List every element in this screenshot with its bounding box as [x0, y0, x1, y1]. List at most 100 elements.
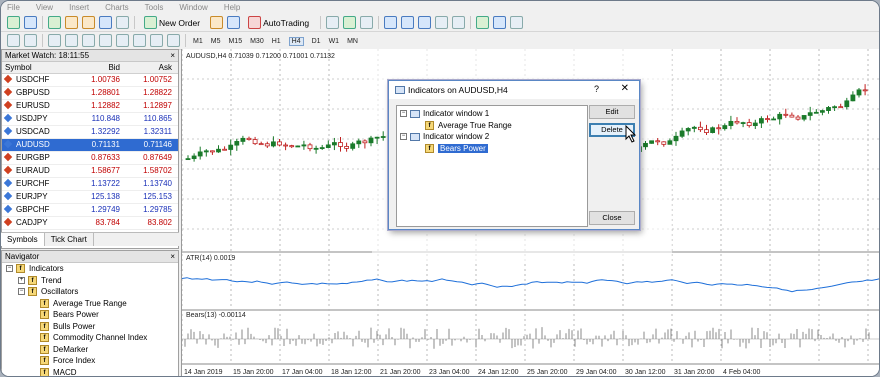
channel-icon[interactable]: [99, 34, 112, 47]
collapse-icon[interactable]: −: [400, 133, 407, 141]
line-chart-icon[interactable]: [360, 16, 374, 29]
tile-windows-icon[interactable]: [418, 16, 432, 29]
autotrading-button[interactable]: AutoTrading: [242, 15, 313, 30]
candle-body: [246, 137, 252, 140]
tab-tick-chart[interactable]: Tick Chart: [45, 233, 94, 246]
bar-chart-icon[interactable]: [326, 16, 340, 29]
menu-view[interactable]: View: [36, 3, 53, 12]
horizontal-line-icon[interactable]: [65, 34, 78, 47]
menu-charts[interactable]: Charts: [105, 3, 129, 12]
table-row[interactable]: EURAUD 1.58677 1.58702: [2, 164, 178, 178]
tree-item-atr[interactable]: f Average True Range: [6, 298, 178, 310]
trendline-icon[interactable]: [82, 34, 95, 47]
label-icon[interactable]: [150, 34, 163, 47]
close-icon[interactable]: ✕: [621, 83, 629, 94]
col-bid[interactable]: Bid: [74, 62, 126, 74]
indicator-icon: f: [40, 310, 49, 320]
vertical-line-icon[interactable]: [48, 34, 61, 47]
expand-icon[interactable]: +: [18, 276, 25, 284]
table-row[interactable]: EURUSD 1.12882 1.12897: [2, 99, 178, 113]
periods-icon[interactable]: [493, 16, 507, 29]
timeframe-mn[interactable]: MN: [347, 38, 358, 45]
menu-window[interactable]: Window: [179, 3, 207, 12]
menu-tools[interactable]: Tools: [145, 3, 164, 12]
timeframe-h4[interactable]: H4: [288, 37, 304, 46]
timeframe-h1[interactable]: H1: [272, 38, 281, 45]
table-row[interactable]: USDCAD 1.32292 1.32311: [2, 125, 178, 139]
symbol-cell: EURUSD: [2, 99, 74, 113]
time-label: 29 Jan 04:00: [576, 369, 617, 376]
col-symbol[interactable]: Symbol: [2, 62, 74, 74]
templates-icon[interactable]: [510, 16, 524, 29]
menu-file[interactable]: File: [7, 3, 20, 12]
table-row[interactable]: EURCHF 1.13722 1.13740: [2, 177, 178, 191]
tree-item-demarker[interactable]: f DeMarker: [6, 344, 178, 356]
help-button[interactable]: ?: [594, 84, 599, 94]
edit-button[interactable]: Edit: [589, 105, 635, 119]
new-order-button[interactable]: New Order: [138, 15, 204, 30]
terminal-icon[interactable]: [99, 16, 112, 29]
tree-item-window-1[interactable]: − Indicator window 1: [397, 108, 587, 120]
close-icon[interactable]: ×: [170, 251, 175, 263]
arrows-icon[interactable]: [167, 34, 180, 47]
zoom-in-icon[interactable]: [384, 16, 398, 29]
tree-item-trend[interactable]: + f Trend: [6, 275, 178, 287]
timeframe-d1[interactable]: D1: [312, 38, 321, 45]
close-icon[interactable]: ×: [170, 50, 175, 62]
table-row[interactable]: EURGBP 0.87633 0.87649: [2, 151, 178, 165]
indicator-folder-icon: f: [28, 287, 37, 297]
strategy-tester-icon[interactable]: [116, 16, 129, 29]
tree-item-bears-power[interactable]: f Bears Power: [6, 309, 178, 321]
chart-shift-icon[interactable]: [435, 16, 449, 29]
tree-item-oscillators[interactable]: − f Oscillators: [6, 286, 178, 298]
timeframe-m5[interactable]: M5: [211, 38, 221, 45]
timeframe-m1[interactable]: M1: [193, 38, 203, 45]
tab-symbols[interactable]: Symbols: [1, 233, 45, 246]
candle-body: [728, 120, 734, 126]
tree-item-bulls-power[interactable]: f Bulls Power: [6, 321, 178, 333]
table-row[interactable]: CADJPY 83.784 83.802: [2, 216, 178, 230]
candle-body: [319, 147, 325, 149]
candlesticks-icon[interactable]: [343, 16, 357, 29]
price-direction-icon: [3, 113, 13, 123]
tree-item-force-index[interactable]: f Force Index: [6, 355, 178, 367]
tree-item-macd[interactable]: f MACD: [6, 367, 178, 376]
table-row[interactable]: USDCHF 1.00736 1.00752: [2, 73, 178, 87]
timeframe-m15[interactable]: M15: [228, 38, 242, 45]
tree-item-bears-power[interactable]: f Bears Power: [397, 143, 587, 155]
col-ask[interactable]: Ask: [126, 62, 178, 74]
bid-cell: 1.28801: [74, 86, 126, 100]
profiles-icon[interactable]: [24, 16, 37, 29]
text-icon[interactable]: [133, 34, 146, 47]
table-row[interactable]: GBPCHF 1.29749 1.29785: [2, 203, 178, 217]
crosshair-icon[interactable]: [24, 34, 37, 47]
timeframe-m30[interactable]: M30: [250, 38, 264, 45]
options-icon[interactable]: [227, 16, 241, 29]
zoom-out-icon[interactable]: [401, 16, 415, 29]
indicators-icon[interactable]: [476, 16, 490, 29]
navigator-icon[interactable]: [82, 16, 95, 29]
table-row[interactable]: EURJPY 125.138 125.153: [2, 190, 178, 204]
candle-body: [685, 128, 691, 132]
menu-help[interactable]: Help: [224, 3, 240, 12]
table-row[interactable]: AUDUSD 0.71131 0.71146: [2, 138, 178, 152]
new-chart-icon[interactable]: [7, 16, 20, 29]
tree-item-indicators[interactable]: − f Indicators: [6, 263, 178, 275]
market-watch-icon[interactable]: [48, 16, 61, 29]
collapse-icon[interactable]: −: [18, 288, 25, 296]
table-row[interactable]: USDJPY 110.848 110.865: [2, 112, 178, 126]
timeframe-w1[interactable]: W1: [329, 38, 340, 45]
cursor-icon[interactable]: [7, 34, 20, 47]
metaeditor-icon[interactable]: [210, 16, 224, 29]
tree-item-cci[interactable]: f Commodity Channel Index: [6, 332, 178, 344]
table-row[interactable]: GBPUSD 1.28801 1.28822: [2, 86, 178, 100]
tree-item-average-true-range[interactable]: f Average True Range: [397, 120, 587, 132]
fibonacci-icon[interactable]: [116, 34, 129, 47]
menu-insert[interactable]: Insert: [69, 3, 89, 12]
tree-item-window-2[interactable]: − Indicator window 2: [397, 131, 587, 143]
collapse-icon[interactable]: −: [6, 265, 13, 273]
close-button[interactable]: Close: [589, 211, 635, 225]
autoscroll-icon[interactable]: [452, 16, 466, 29]
collapse-icon[interactable]: −: [400, 110, 407, 118]
data-window-icon[interactable]: [65, 16, 78, 29]
